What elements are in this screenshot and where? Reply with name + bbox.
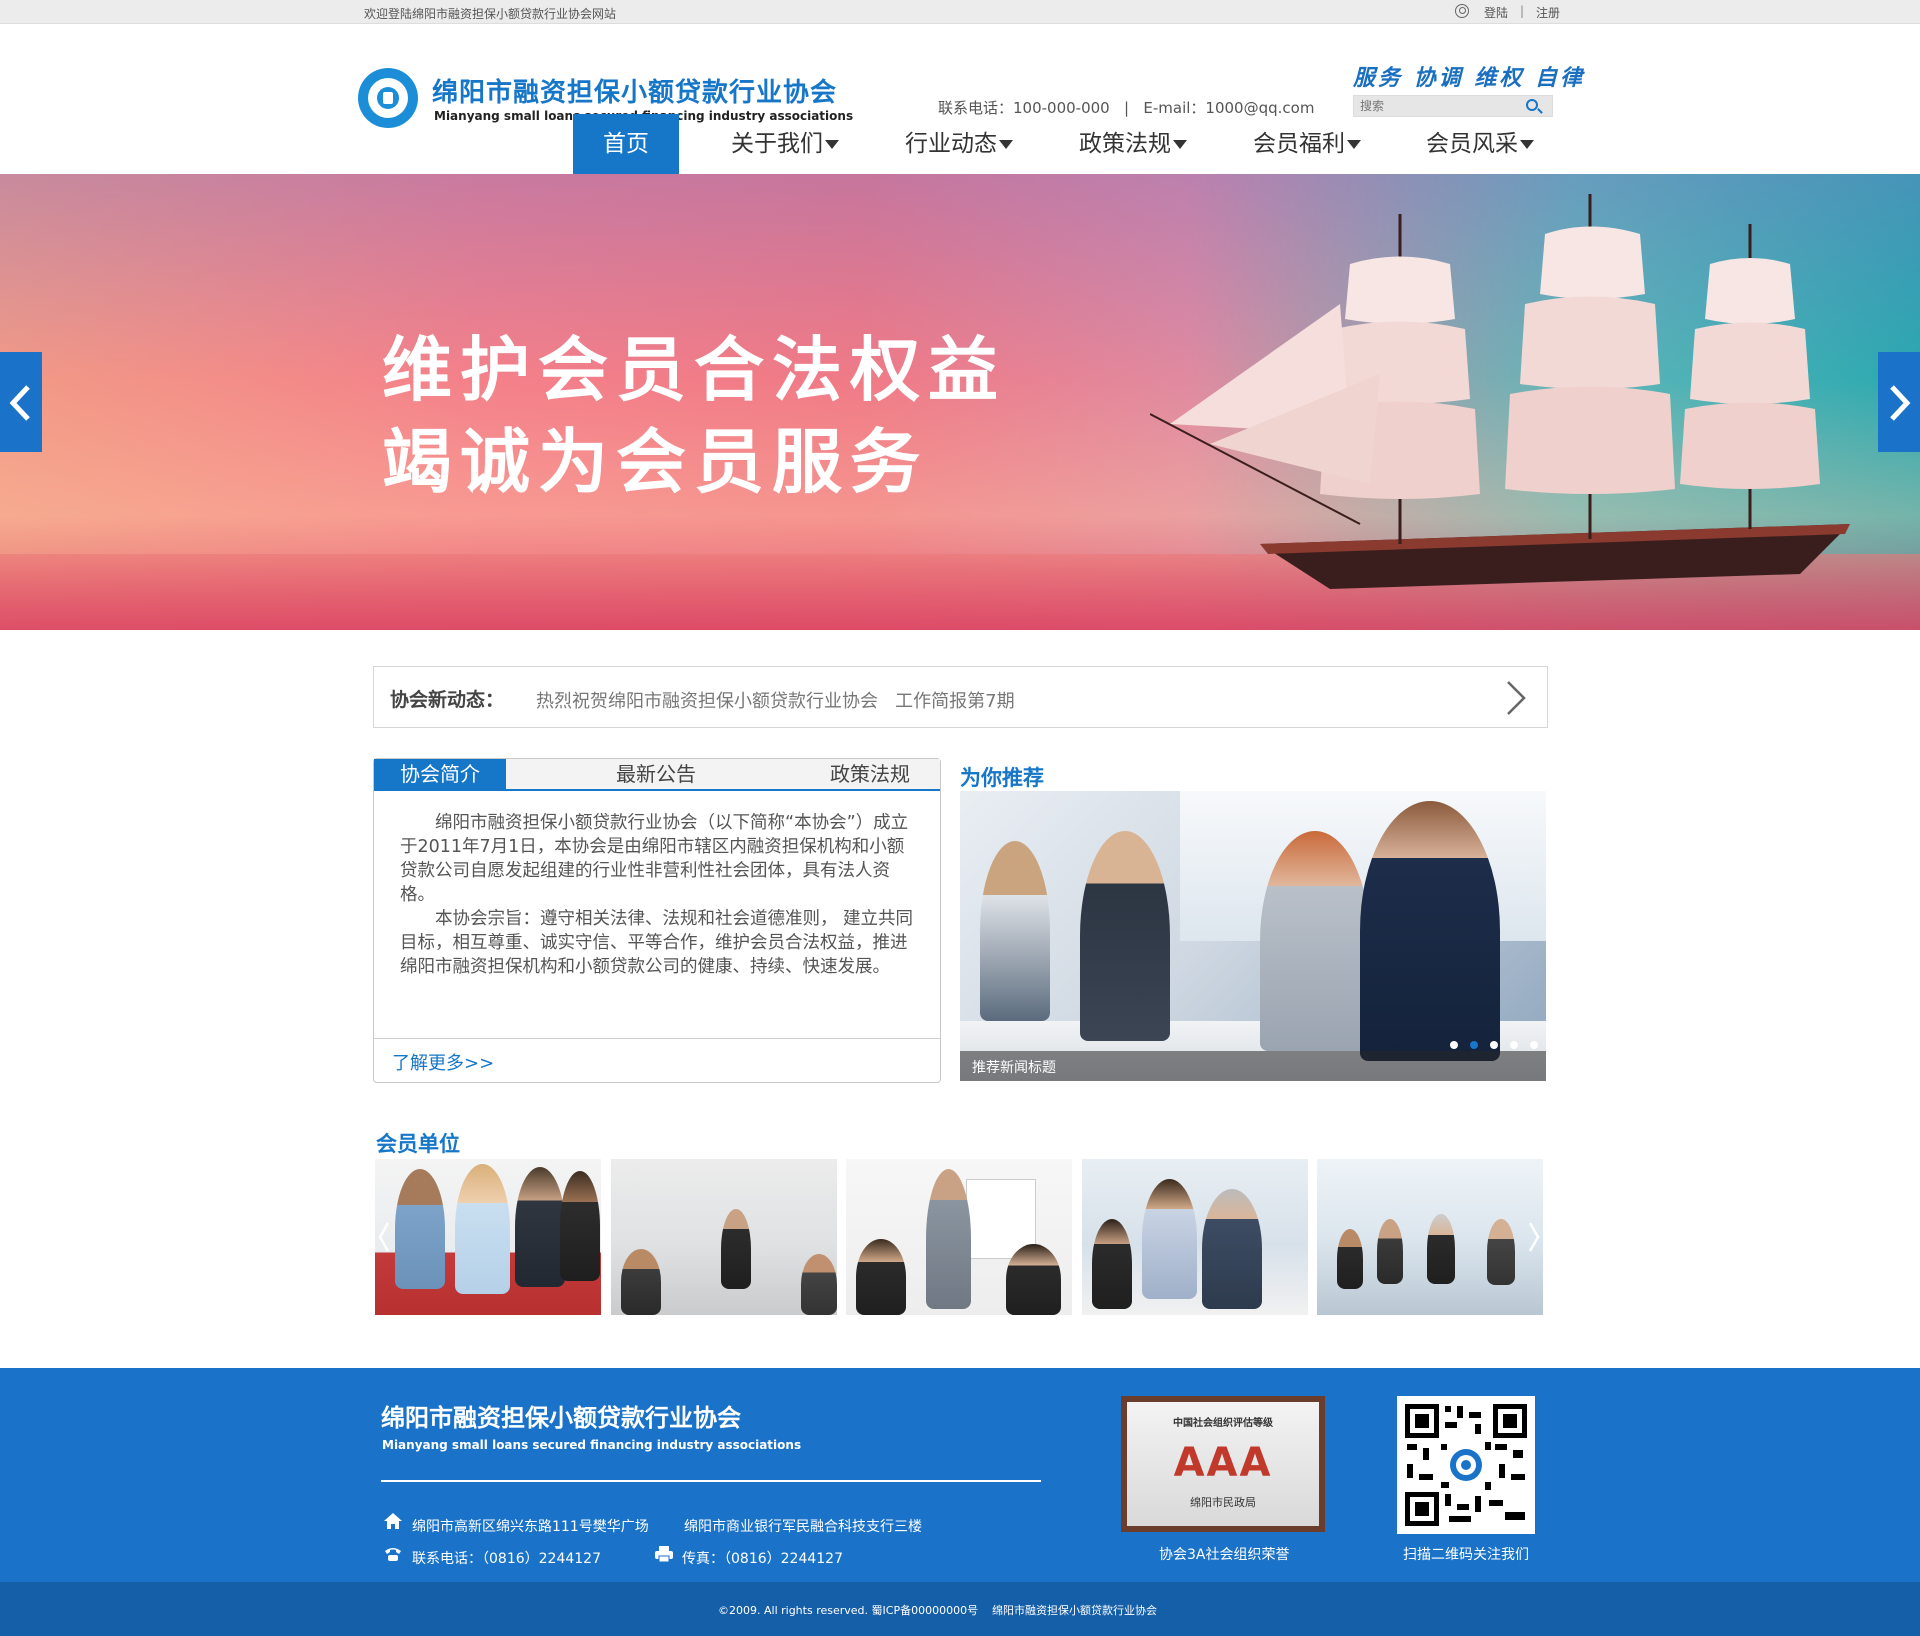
chevron-right-icon[interactable] xyxy=(1527,1221,1541,1253)
nav-label: 政策法规 xyxy=(1079,131,1171,157)
tab-label: 最新公告 xyxy=(616,762,696,786)
recommend-caption-bar: 推荐新闻标题 xyxy=(960,1051,1546,1081)
slogan: 服务 协调 维权 自律 xyxy=(1353,65,1585,91)
ticker-label: 协会新动态： xyxy=(390,689,505,711)
footer-subtitle: Mianyang small loans secured financing i… xyxy=(382,1438,802,1452)
separator: | xyxy=(1520,4,1525,18)
caret-down-icon xyxy=(1520,140,1534,149)
member-photo[interactable] xyxy=(846,1159,1072,1315)
nav-label: 会员风采 xyxy=(1426,131,1518,157)
members-title: 会员单位 xyxy=(376,1132,460,1156)
caret-down-icon xyxy=(1347,140,1361,149)
fax-icon xyxy=(655,1546,673,1563)
banner-headline-2: 竭诚为会员服务 xyxy=(382,421,928,503)
award-grade: AAA xyxy=(1173,1440,1273,1486)
caret-down-icon xyxy=(1173,140,1187,149)
member-photo[interactable] xyxy=(375,1159,601,1315)
tab-association-intro[interactable]: 协会简介 xyxy=(374,759,506,789)
logo-icon[interactable] xyxy=(358,68,418,128)
nav-member-benefits[interactable]: 会员福利 xyxy=(1253,114,1361,174)
site-header: 绵阳市融资担保小额贷款行业协会 Mianyang small loans sec… xyxy=(0,24,1920,174)
login-link[interactable]: 登陆 xyxy=(1484,4,1508,21)
nav-label: 行业动态 xyxy=(905,131,997,157)
nav-member-style[interactable]: 会员风采 xyxy=(1426,114,1534,174)
divider xyxy=(374,1038,940,1039)
register-link[interactable]: 注册 xyxy=(1536,4,1560,21)
caret-down-icon xyxy=(825,140,839,149)
user-icon xyxy=(1455,4,1469,18)
recommend-caption[interactable]: 推荐新闻标题 xyxy=(972,1057,1056,1077)
home-icon xyxy=(384,1513,402,1529)
nav-about[interactable]: 关于我们 xyxy=(731,114,839,174)
footer-fax: 传真：（0816）2244127 xyxy=(682,1551,843,1567)
slider-dot[interactable] xyxy=(1510,1041,1518,1049)
chevron-right-icon xyxy=(1890,385,1911,421)
member-photo[interactable] xyxy=(611,1159,837,1315)
footer-divider xyxy=(381,1480,1041,1482)
nav-label: 关于我们 xyxy=(731,131,823,157)
copyright-org-name: 绵阳市融资担保小额贷款行业协会 xyxy=(992,1604,1157,1617)
member-carousel xyxy=(375,1159,1546,1315)
slider-dot[interactable] xyxy=(1490,1041,1498,1049)
site-footer: 绵阳市融资担保小额贷款行业协会 Mianyang small loans sec… xyxy=(0,1368,1920,1582)
news-ticker: 协会新动态： 热烈祝贺绵阳市融资担保小额贷款行业协会 工作简报第7期 xyxy=(373,666,1548,728)
chevron-left-icon xyxy=(9,385,30,421)
tab-policy[interactable]: 政策法规 xyxy=(830,759,910,789)
award-issuer: 绵阳市民政局 xyxy=(1190,1496,1256,1509)
top-bar: 欢迎登陆绵阳市融资担保小额贷款行业协会网站 登陆 | 注册 xyxy=(0,0,1920,24)
ticker-text[interactable]: 热烈祝贺绵阳市融资担保小额贷款行业协会 工作简报第7期 xyxy=(536,687,1015,713)
footer-address-1: 绵阳市高新区绵兴东路111号樊华广场 xyxy=(412,1519,649,1535)
footer-title: 绵阳市融资担保小额贷款行业协会 xyxy=(381,1404,741,1432)
qr-code-icon xyxy=(1405,1404,1527,1526)
intro-text: 绵阳市融资担保小额贷款行业协会（以下简称“本协会”）成立于2011年7月1日，本… xyxy=(400,811,920,979)
intro-paragraph-1: 绵阳市融资担保小额贷款行业协会（以下简称“本协会”）成立于2011年7月1日，本… xyxy=(400,813,909,905)
award-caption: 协会3A社会组织荣誉 xyxy=(1159,1547,1290,1563)
banner-headline-1: 维护会员合法权益 xyxy=(382,329,1006,411)
recommend-title: 为你推荐 xyxy=(960,766,1044,790)
search-input[interactable] xyxy=(1360,98,1520,114)
slider-dot[interactable] xyxy=(1530,1041,1538,1049)
banner-prev-button[interactable] xyxy=(0,352,42,452)
intro-tabs-panel: 协会简介 最新公告 政策法规 绵阳市融资担保小额贷款行业协会（以下简称“本协会”… xyxy=(373,758,941,1083)
phone-icon xyxy=(385,1548,401,1561)
slider-dot[interactable] xyxy=(1450,1041,1458,1049)
welcome-text: 欢迎登陆绵阳市融资担保小额贷款行业协会网站 xyxy=(364,7,617,21)
slider-dot[interactable] xyxy=(1470,1041,1478,1049)
qr-code-image xyxy=(1397,1396,1535,1534)
copyright-bar: ©2009. All rights reserved. 蜀ICP备0000000… xyxy=(0,1582,1920,1636)
member-photo[interactable] xyxy=(1082,1159,1308,1315)
nav-industry-news[interactable]: 行业动态 xyxy=(905,114,1013,174)
footer-address-2: 绵阳市商业银行军民融合科技支行三楼 xyxy=(684,1519,922,1535)
chevron-right-icon[interactable] xyxy=(1504,679,1528,717)
search-icon[interactable] xyxy=(1526,99,1538,111)
recommend-slider[interactable]: 推荐新闻标题 xyxy=(960,791,1546,1081)
award-header: 中国社会组织评估等级 xyxy=(1173,1418,1273,1429)
aaa-award-plaque: 中国社会组织评估等级 AAA 绵阳市民政局 xyxy=(1121,1396,1325,1532)
banner-next-button[interactable] xyxy=(1878,352,1920,452)
qr-caption: 扫描二维码关注我们 xyxy=(1403,1547,1529,1563)
tab-label: 协会简介 xyxy=(400,762,480,786)
footer-phone: 联系电话：（0816）2244127 xyxy=(412,1551,601,1567)
member-photo[interactable] xyxy=(1317,1159,1543,1315)
nav-label: 会员福利 xyxy=(1253,131,1345,157)
nav-policy[interactable]: 政策法规 xyxy=(1079,114,1187,174)
intro-paragraph-2: 本协会宗旨：遵守相关法律、法规和社会道德准则， 建立共同目标，相互尊重、诚实守信… xyxy=(400,909,914,977)
tab-bar: 协会简介 最新公告 政策法规 xyxy=(374,759,940,791)
nav-label: 首页 xyxy=(603,131,649,157)
hero-banner: 维护会员合法权益 竭诚为会员服务 xyxy=(0,174,1920,630)
nav-home[interactable]: 首页 xyxy=(573,114,679,174)
chevron-left-icon[interactable] xyxy=(377,1221,391,1253)
tab-label: 政策法规 xyxy=(830,762,910,786)
caret-down-icon xyxy=(999,140,1013,149)
tab-latest-notices[interactable]: 最新公告 xyxy=(616,759,696,789)
sailing-ship-image xyxy=(1150,194,1850,589)
copyright-text: ©2009. All rights reserved. 蜀ICP备0000000… xyxy=(718,1604,979,1617)
logo-title[interactable]: 绵阳市融资担保小额贷款行业协会 xyxy=(432,72,837,109)
learn-more-link[interactable]: 了解更多>> xyxy=(392,1049,494,1075)
